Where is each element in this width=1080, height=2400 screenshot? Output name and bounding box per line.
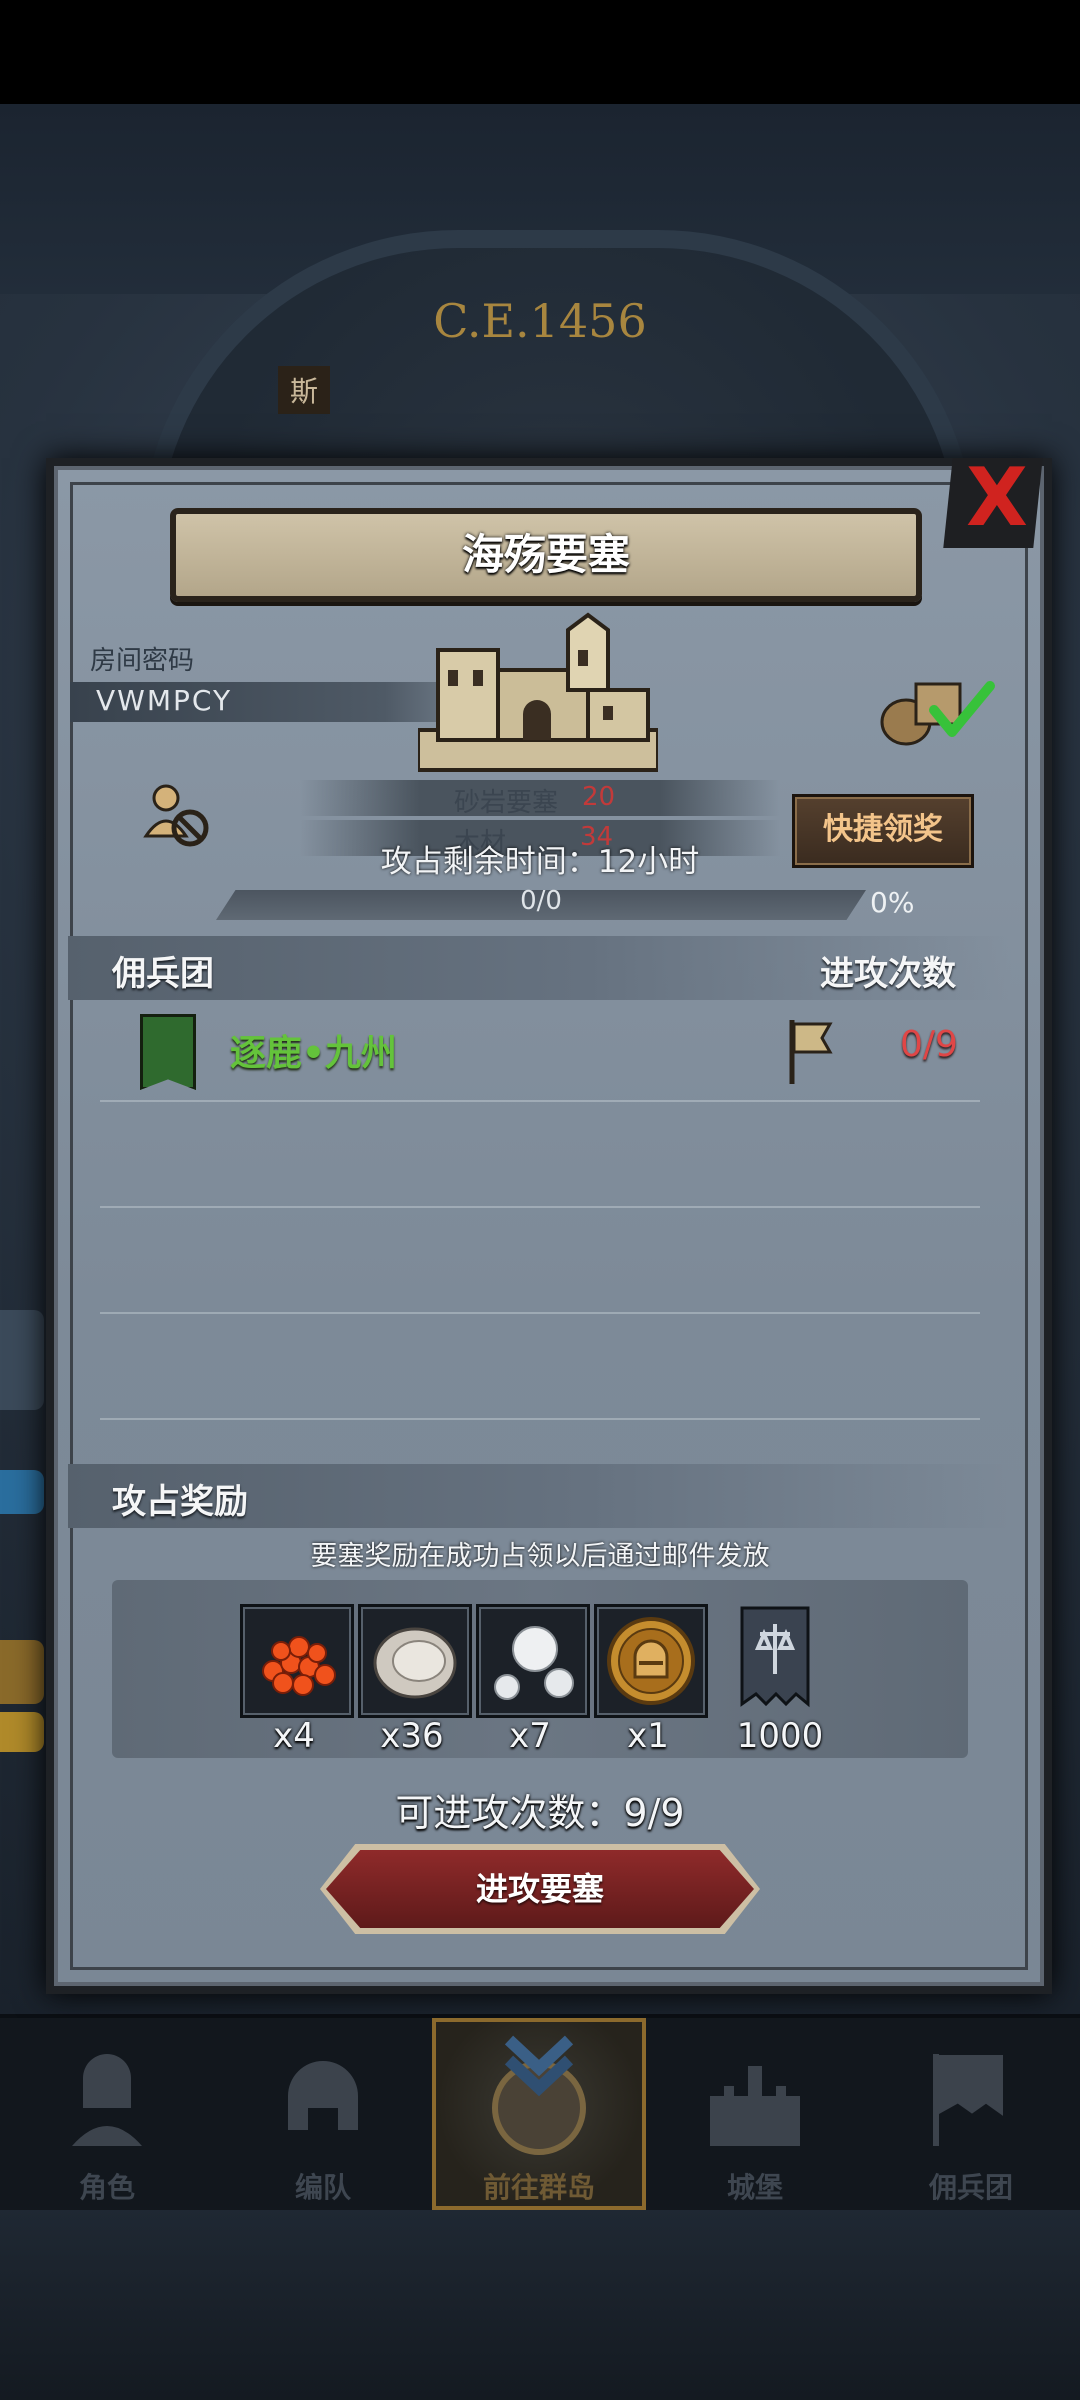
left-edge-tab[interactable] xyxy=(0,1470,44,1514)
banner-icon xyxy=(933,2054,1003,2146)
left-edge-widget[interactable] xyxy=(0,1310,44,1410)
roe-icon xyxy=(262,1636,336,1696)
row-divider xyxy=(100,1312,980,1314)
row-divider xyxy=(100,1100,980,1102)
reward-section-title: 攻占奖励 xyxy=(112,1482,248,1522)
left-edge-button[interactable] xyxy=(0,1640,44,1704)
nav-label-formation: 编队 xyxy=(294,2171,351,2204)
castle-icon xyxy=(710,2066,800,2146)
bottom-backdrop xyxy=(0,2210,1080,2400)
reward-qty-roe: x4 xyxy=(273,1716,315,1756)
location-label: 斯 xyxy=(278,366,331,414)
panel-title: 海殇要塞 xyxy=(461,530,630,579)
occupation-time-label: 攻占剩余时间：12小时 xyxy=(380,844,700,880)
guild-banner-icon xyxy=(740,1606,810,1708)
guild-attack-count: 0/9 xyxy=(900,1024,958,1065)
mercenary-section-title: 佣兵团 xyxy=(112,954,214,994)
reward-qty-guild-points: 1000 xyxy=(736,1716,824,1756)
reward-slot-roe[interactable] xyxy=(240,1604,354,1718)
attack-count-header: 进攻次数 xyxy=(820,954,956,994)
reward-qty-oyster: x36 xyxy=(380,1716,444,1756)
guild-name[interactable]: 逐鹿•九州 xyxy=(230,1024,397,1076)
reward-qty-medal: x1 xyxy=(627,1716,669,1756)
progress-count: 0/0 xyxy=(520,886,562,916)
reward-note: 要塞奖励在成功占领以后通过邮件发放 xyxy=(310,1541,770,1572)
fortress-icon xyxy=(418,612,658,772)
left-edge-search[interactable] xyxy=(0,1712,44,1752)
reward-bag-claimed-icon[interactable] xyxy=(876,670,1000,750)
remaining-attacks-label: 可进攻次数：9/9 xyxy=(395,1791,685,1835)
resource-name-sandstone: 砂岩要塞 xyxy=(454,788,559,818)
row-divider xyxy=(100,1418,980,1420)
close-icon[interactable]: X xyxy=(962,458,1032,538)
row-divider xyxy=(100,1206,980,1208)
compass-icon xyxy=(492,2035,586,2155)
attack-fortress-button[interactable]: 进攻要塞 xyxy=(326,1850,754,1928)
nav-label-mercenary: 佣兵团 xyxy=(928,2171,1013,2204)
nav-label-character: 角色 xyxy=(78,2171,135,2204)
resource-value-sandstone: 20 xyxy=(582,782,616,812)
guild-banner-icon xyxy=(140,1014,196,1090)
helmet-icon xyxy=(288,2061,358,2130)
reward-slot-pearl[interactable] xyxy=(476,1604,590,1718)
nav-label-castle: 城堡 xyxy=(726,2171,783,2204)
progress-percent: 0% xyxy=(870,886,915,919)
flag-icon xyxy=(789,1020,833,1084)
status-bar xyxy=(0,0,1080,104)
nav-label-islands: 前往群岛 xyxy=(482,2171,595,2204)
reward-qty-pearl: x7 xyxy=(509,1716,551,1756)
knight-medal-icon xyxy=(607,1617,695,1705)
room-code-label: 房间密码 xyxy=(90,646,195,676)
oyster-icon xyxy=(373,1627,457,1699)
reward-slot-guild-points[interactable] xyxy=(738,1604,812,1712)
reward-slot-medal[interactable] xyxy=(594,1604,708,1718)
year-label: C.E.1456 xyxy=(433,294,647,348)
reward-slot-oyster[interactable] xyxy=(358,1604,472,1718)
pearl-icon xyxy=(494,1626,574,1700)
knight-icon xyxy=(72,2054,142,2146)
room-code-value: VWMPCY xyxy=(96,684,233,717)
